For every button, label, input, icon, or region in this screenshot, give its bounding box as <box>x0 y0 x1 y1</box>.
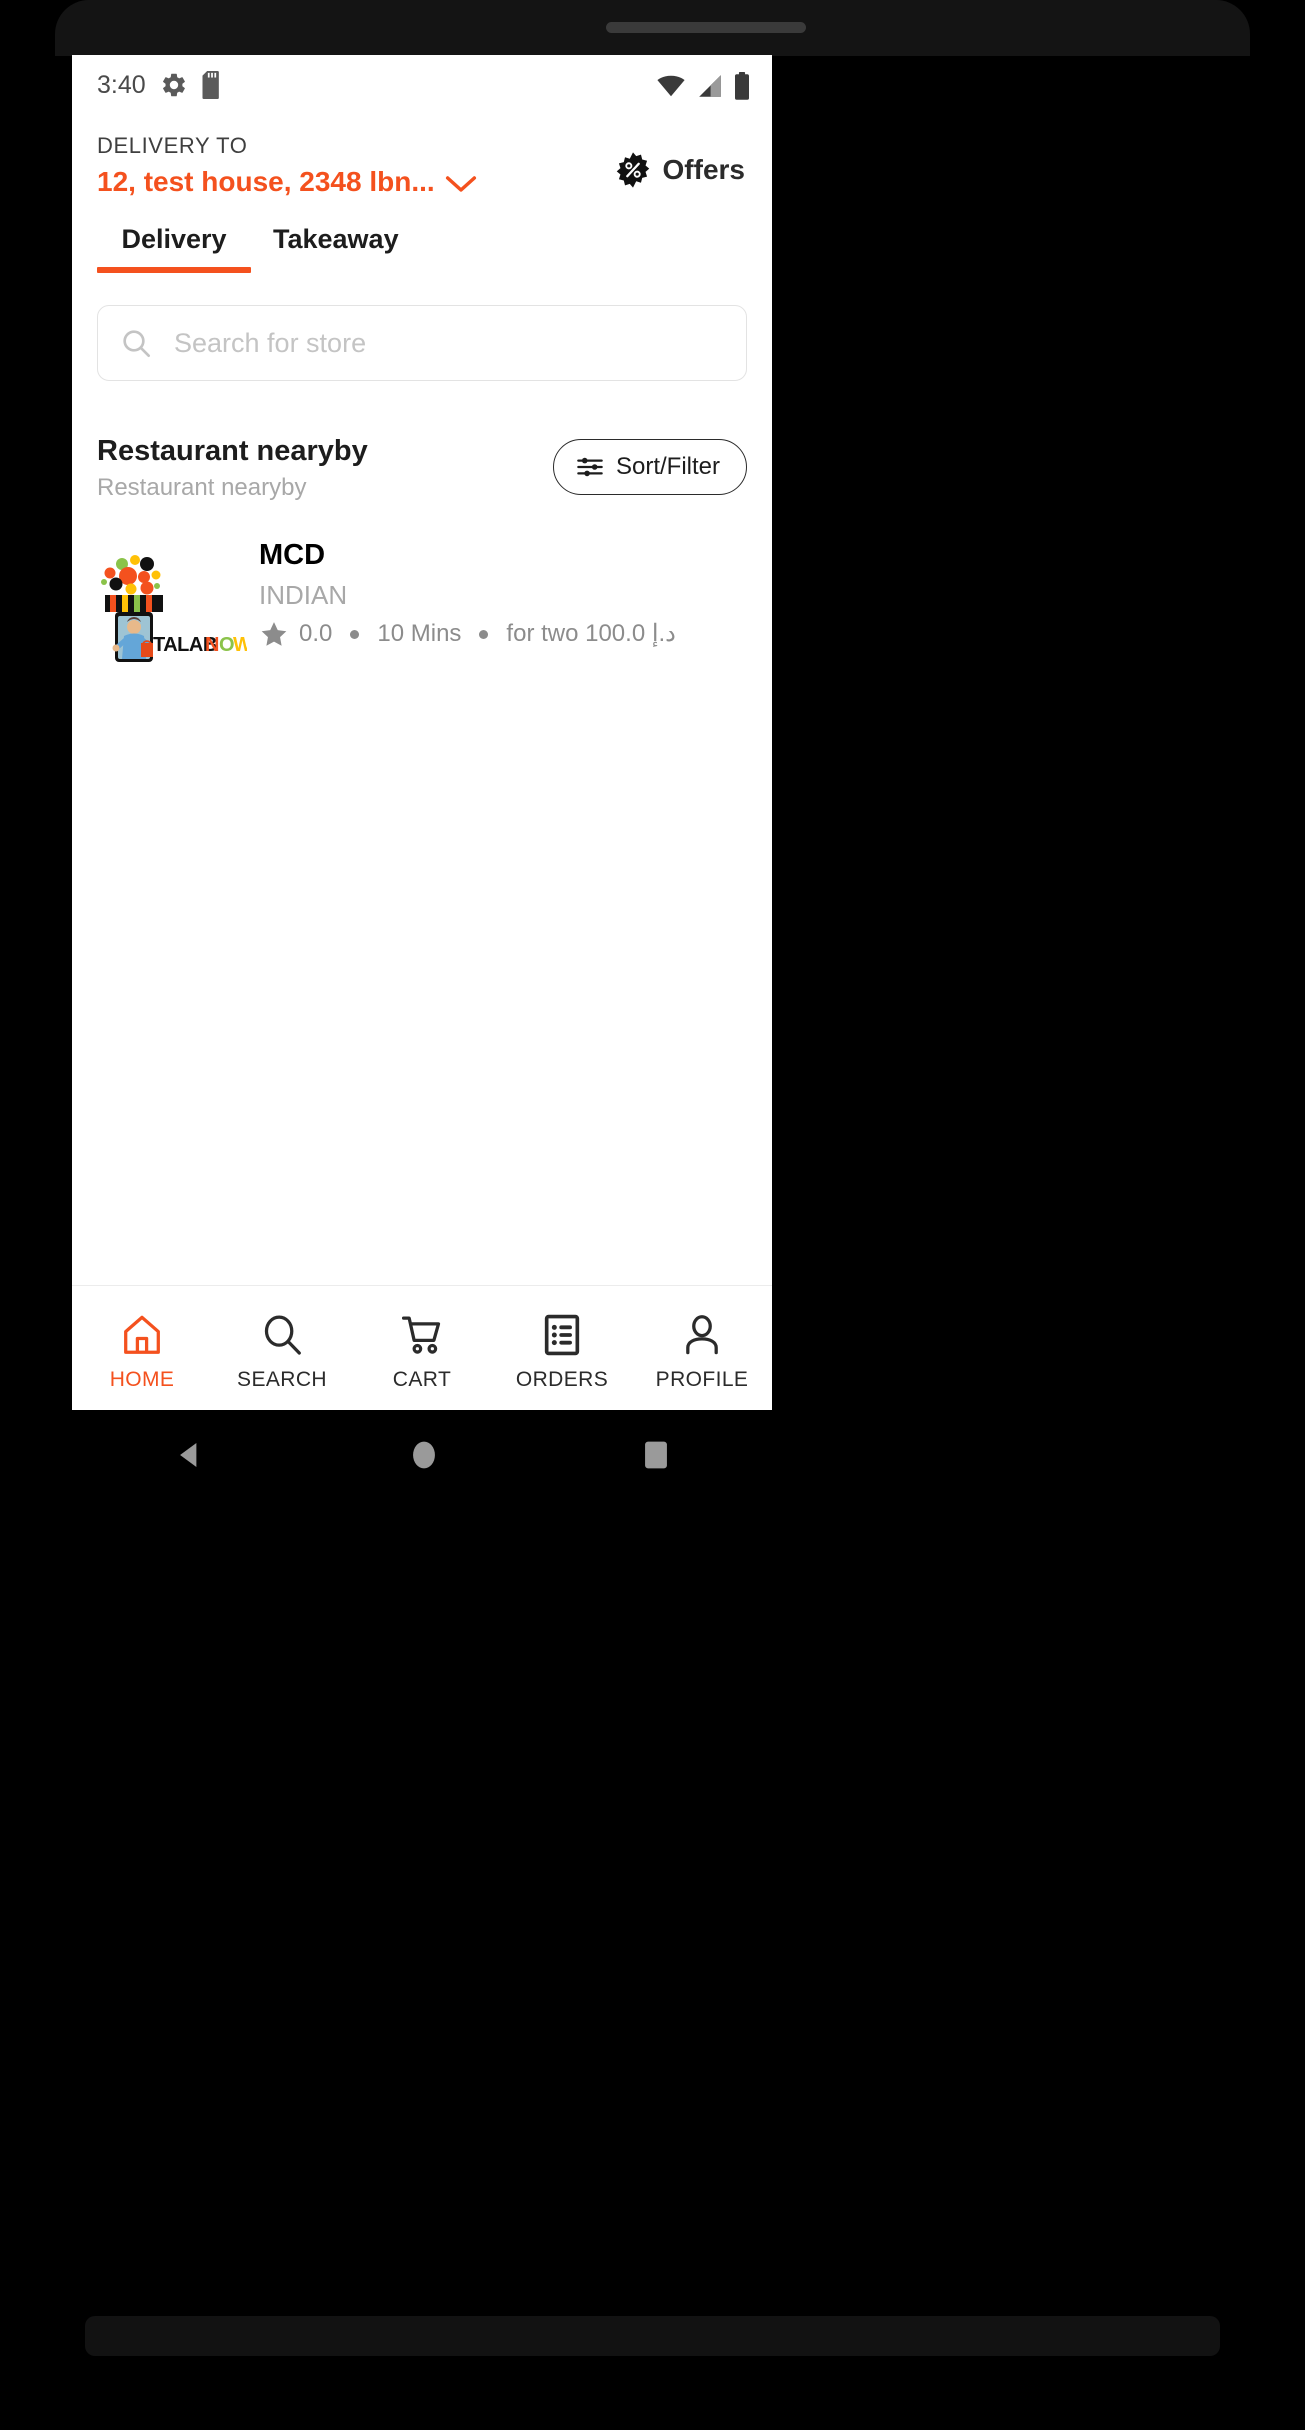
star-icon <box>261 621 287 646</box>
restaurant-price-for-two: for two 100.0 د.إ <box>506 620 676 647</box>
sort-filter-button[interactable]: Sort/Filter <box>552 439 747 495</box>
delivery-address-block[interactable]: DELIVERY TO 12, test house, 2348 lbn... <box>97 125 477 199</box>
gear-icon <box>162 73 185 97</box>
svg-text:W: W <box>233 634 247 656</box>
meta-separator-dot <box>479 629 489 639</box>
search-icon <box>123 330 150 357</box>
recents-square-icon <box>645 1441 667 1469</box>
status-bar-left: 3:40 <box>97 69 224 101</box>
restaurant-cuisine: INDIAN <box>259 580 348 610</box>
tab-takeaway[interactable]: Takeaway <box>273 223 399 273</box>
restaurant-rating: 0.0 <box>299 620 333 647</box>
restaurant-delivery-time: 10 Mins <box>377 620 462 647</box>
nav-item-home[interactable]: HOME <box>72 1286 212 1410</box>
status-bar: 3:40 <box>72 55 772 117</box>
section-subtitle: Restaurant nearyby <box>97 474 307 501</box>
android-system-nav <box>72 1410 772 1500</box>
restaurant-list: TALAB N O W MCD INDIAN 0.0 10 Mins for t… <box>72 503 772 662</box>
restaurant-info: MCD INDIAN 0.0 10 Mins for two 100.0 د.إ <box>247 533 747 649</box>
battery-icon <box>735 72 749 100</box>
wifi-icon <box>657 75 685 97</box>
tab-bar: Delivery Takeaway <box>72 223 772 273</box>
restaurant-meta: 0.0 10 Mins for two 100.0 د.إ <box>259 619 747 649</box>
chevron-down-icon[interactable] <box>445 174 477 194</box>
tab-active-indicator <box>97 267 251 273</box>
offers-button[interactable]: Offers <box>614 125 747 189</box>
section-header: Restaurant nearyby Restaurant nearyby So… <box>72 381 772 503</box>
section-title-block: Restaurant nearyby Restaurant nearyby <box>97 433 368 503</box>
nav-label-orders: ORDERS <box>515 1368 609 1391</box>
system-recents-button[interactable] <box>641 1438 671 1472</box>
nav-label-cart: CART <box>392 1368 452 1391</box>
nav-label-search: SEARCH <box>237 1368 327 1391</box>
bottom-navigation-bar: HOME SEARCH CART ORDERS PROFILE <box>72 1285 772 1410</box>
speaker-grille <box>606 22 806 33</box>
nav-item-cart[interactable]: CART <box>352 1286 492 1410</box>
sd-card-icon <box>202 71 219 99</box>
orders-list-icon <box>544 1314 580 1356</box>
nav-item-profile[interactable]: PROFILE <box>632 1286 772 1410</box>
restaurant-logo: TALAB N O W <box>97 551 253 662</box>
status-bar-clock: 3:40 <box>97 71 146 99</box>
search-box[interactable] <box>97 305 747 381</box>
cart-icon <box>401 1316 441 1354</box>
person-icon <box>686 1315 718 1355</box>
delivery-address-text: 12, test house, 2348 lbn... <box>97 166 435 197</box>
search-icon <box>264 1315 301 1355</box>
phone-bezel-bottom <box>85 2316 1220 2356</box>
search-input[interactable] <box>174 327 724 359</box>
nav-label-profile: PROFILE <box>655 1368 749 1391</box>
sort-filter-label: Sort/Filter <box>615 453 720 480</box>
address-selector[interactable]: 12, test house, 2348 lbn... <box>97 165 477 199</box>
phone-frame: 3:40 DELIVERY TO 12, test house, 2348 lb… <box>0 0 1305 2430</box>
system-back-button[interactable] <box>173 1438 207 1472</box>
status-bar-right <box>656 72 750 100</box>
tab-delivery[interactable]: Delivery <box>97 223 251 273</box>
svg-text:N: N <box>205 634 219 656</box>
restaurant-name: MCD <box>259 539 326 571</box>
nav-label-home: HOME <box>109 1368 175 1391</box>
back-triangle-icon <box>180 1442 197 1468</box>
talabnow-logo-icon: TALAB N O W <box>101 555 253 662</box>
cellular-signal-icon <box>699 75 721 97</box>
home-circle-icon <box>413 1441 435 1469</box>
app-screen: 3:40 DELIVERY TO 12, test house, 2348 lb… <box>72 55 772 1410</box>
offers-label: Offers <box>662 154 745 185</box>
search-section <box>72 273 772 381</box>
delivery-header: DELIVERY TO 12, test house, 2348 lbn... … <box>72 117 772 199</box>
section-title: Restaurant nearyby <box>97 435 368 467</box>
svg-text:O: O <box>219 634 234 656</box>
restaurant-card[interactable]: TALAB N O W MCD INDIAN 0.0 10 Mins for t… <box>97 533 747 662</box>
meta-separator-dot <box>350 629 360 639</box>
nav-item-search[interactable]: SEARCH <box>212 1286 352 1410</box>
delivery-to-label: DELIVERY TO <box>97 133 248 158</box>
home-icon <box>124 1315 160 1354</box>
tune-icon <box>577 457 603 477</box>
system-home-button[interactable] <box>409 1438 439 1472</box>
nav-item-orders[interactable]: ORDERS <box>492 1286 632 1410</box>
percent-badge-icon <box>616 152 649 188</box>
phone-bezel-top <box>55 0 1250 56</box>
